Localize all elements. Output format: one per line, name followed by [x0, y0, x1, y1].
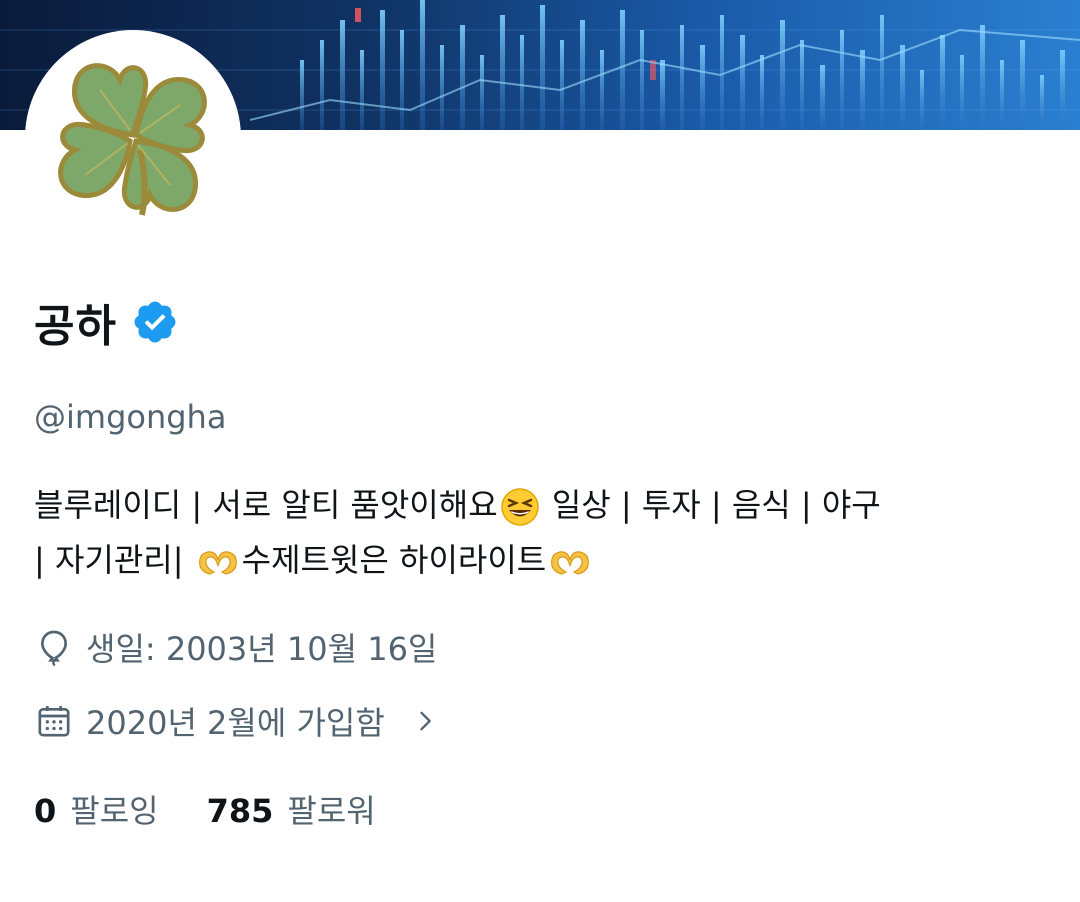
birthday-row: 생일: 2003년 10월 16일: [34, 624, 437, 670]
birthday-text: 생일: 2003년 10월 16일: [86, 630, 438, 668]
followers-link[interactable]: 785 팔로워: [207, 786, 376, 832]
four-leaf-clover-avatar-image: [30, 35, 236, 241]
bio-line-2: | 자기관리| 수제트윗은 하이라이트: [34, 533, 1054, 588]
bio-text: 일상 | 투자 | 음식 | 야구: [541, 486, 881, 524]
name-row: 공하: [34, 290, 179, 354]
grinning-squinting-face-icon: [500, 488, 539, 526]
followers-count: 785: [206, 792, 274, 830]
follow-stats: 0 팔로잉 785 팔로워: [34, 786, 424, 832]
verified-badge-icon[interactable]: [131, 298, 179, 346]
followers-label: 팔로워: [287, 792, 376, 830]
display-name: 공하: [34, 301, 117, 352]
bio: 블루레이디 | 서로 알티 품앗이해요 일상 | 투자 | 음식 | 야구 | …: [34, 478, 1054, 588]
joined-row[interactable]: 2020년 2월에 가입함: [34, 698, 439, 744]
bio-line-1: 블루레이디 | 서로 알티 품앗이해요 일상 | 투자 | 음식 | 야구: [34, 478, 1054, 533]
balloon-icon: [40, 630, 68, 667]
bio-text: 블루레이디 | 서로 알티 품앗이해요: [34, 486, 498, 524]
heart-hands-icon: [198, 551, 237, 575]
following-label: 팔로잉: [70, 792, 159, 830]
bio-text: 수제트윗은 하이라이트: [241, 541, 547, 579]
calendar-icon: [38, 706, 70, 737]
chevron-right-icon[interactable]: [411, 707, 439, 735]
avatar[interactable]: [30, 35, 236, 241]
handle: @imgongha: [34, 398, 227, 436]
bio-text: | 자기관리|: [34, 541, 194, 579]
following-link[interactable]: 0 팔로잉: [34, 786, 159, 832]
following-count: 0: [34, 792, 57, 830]
joined-text: 2020년 2월에 가입함: [86, 704, 385, 742]
heart-hands-icon: [551, 551, 590, 575]
